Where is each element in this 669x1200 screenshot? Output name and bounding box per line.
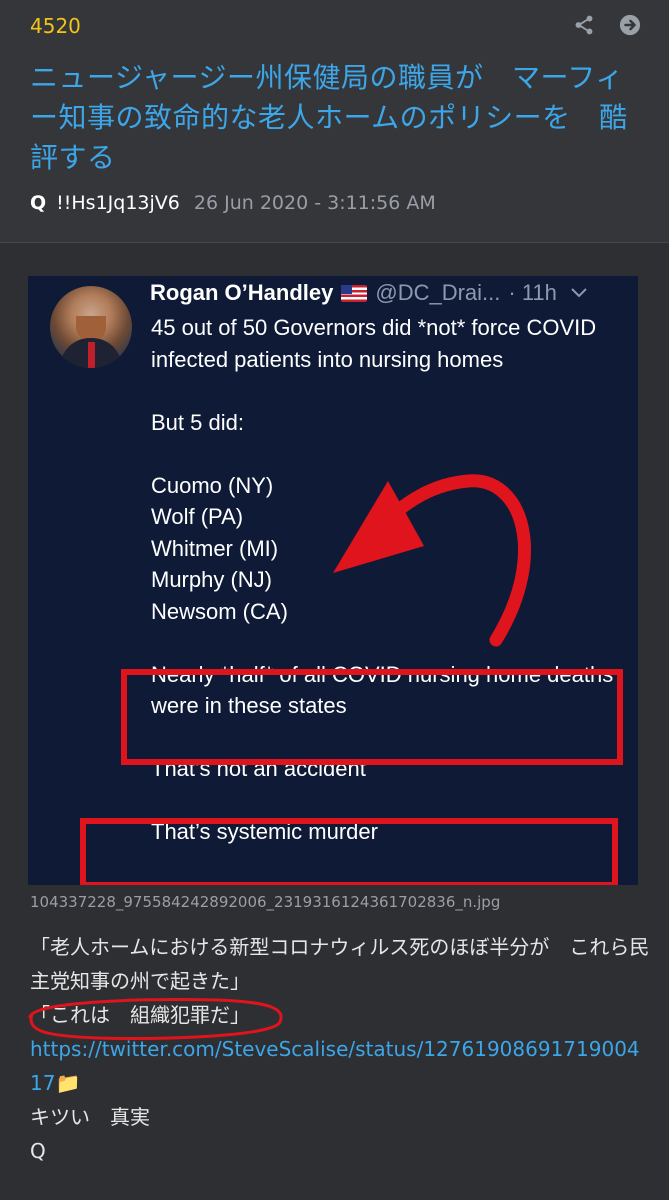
post-body: 「老人ホームにおける新型コロナウィルス死のほぼ半分が これら民主党知事の州で起き… — [30, 930, 650, 1168]
author-name: Q — [30, 192, 47, 214]
quote-line-1: 「老人ホームにおける新型コロナウィルス死のほぼ半分が これら民主党知事の州で起き… — [30, 935, 650, 993]
share-icon[interactable] — [573, 14, 595, 36]
red-circle-annotation — [28, 998, 283, 1040]
tripcode: !!Hs1Jq13jV6 — [56, 192, 180, 214]
post-date: 26 Jun 2020 - 3:11:56 AM — [193, 192, 436, 214]
post-header: 4520 ニュージャージー州保健局の職員が マーフィー知事の致命的な老人ホームの… — [0, 0, 669, 242]
body-line-truth: キツい 真実 — [30, 1105, 150, 1129]
arrow-right-circle-icon[interactable] — [619, 14, 641, 36]
tweet-screenshot-image[interactable]: Rogan O’Handley @DC_Drai... · 11h 45 out… — [28, 276, 638, 885]
header-divider — [0, 242, 669, 243]
signature: Q — [30, 1139, 46, 1163]
post-meta: Q !!Hs1Jq13jV6 26 Jun 2020 - 3:11:56 AM — [30, 192, 436, 214]
red-arrow-annotation — [333, 474, 531, 647]
post-number[interactable]: 4520 — [30, 14, 81, 38]
header-actions — [573, 14, 641, 36]
red-box-highlight — [121, 669, 623, 765]
twitter-link[interactable]: https://twitter.com/SteveScalise/status/… — [30, 1037, 640, 1095]
attachment-filename[interactable]: 104337228_975584242892006_23193161243617… — [30, 893, 500, 911]
red-box-murder — [80, 818, 618, 885]
folder-icon[interactable]: 📁 — [55, 1071, 80, 1095]
post-title[interactable]: ニュージャージー州保健局の職員が マーフィー知事の致命的な老人ホームのポリシーを… — [30, 58, 630, 178]
